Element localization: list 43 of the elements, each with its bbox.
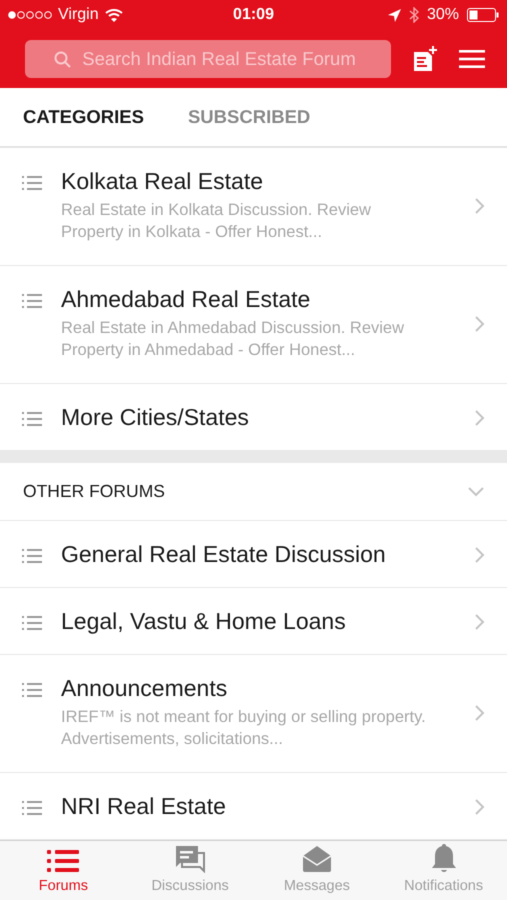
list-icon: [22, 683, 42, 697]
chevron-right-icon: [475, 546, 485, 562]
battery-percentage: 30%: [426, 5, 460, 25]
forum-title: General Real Estate Discussion: [61, 541, 387, 568]
chevron-right-icon: [475, 316, 485, 332]
location-arrow-icon: [388, 8, 401, 22]
search-field[interactable]: Search Indian Real Estate Forum: [25, 40, 391, 78]
chevron-right-icon: [475, 410, 485, 426]
chevron-right-icon: [475, 614, 485, 630]
forum-title: Announcements: [61, 675, 228, 702]
forum-description: Real Estate in Ahmedabad Discussion. Review Property in Ahmedabad - Offer Honest...: [61, 318, 406, 361]
list-icon: [22, 294, 42, 308]
envelope-icon: [302, 845, 332, 874]
wifi-icon: [104, 8, 123, 22]
signal-icon: [8, 11, 52, 19]
forum-description: Real Estate in Kolkata Discussion. Review Property in Kolkata - Offer Honest...: [61, 200, 372, 243]
list-icon: [22, 801, 42, 815]
chevron-right-icon: [475, 798, 485, 814]
bell-icon: [430, 843, 457, 874]
list-icon: [22, 176, 42, 190]
forum-title: More Cities/States: [61, 404, 250, 431]
forum-title: Kolkata Real Estate: [61, 168, 264, 195]
menu-icon[interactable]: [459, 49, 485, 69]
bluetooth-icon: [408, 7, 419, 23]
list-icon: [22, 549, 42, 563]
forum-description: IREF™ is not meant for buying or selling property. Advertisements, solicitations...: [61, 707, 427, 750]
battery-icon: [467, 8, 500, 22]
chat-bubbles-icon: [174, 845, 206, 874]
tab[interactable]: CATEGORIES: [23, 103, 144, 131]
section-title: OTHER FORUMS: [23, 480, 165, 504]
chevron-right-icon: [475, 704, 485, 720]
forum-title: Ahmedabad Real Estate: [61, 286, 312, 313]
carrier-name: Virgin: [58, 5, 99, 25]
search-icon: [54, 51, 71, 68]
list-icon: [22, 412, 42, 426]
list-icon: [22, 616, 42, 630]
tab-bar-item[interactable]: Forums: [0, 841, 127, 900]
forum-title: NRI Real Estate: [61, 793, 227, 820]
new-post-icon[interactable]: [413, 46, 437, 72]
list-icon: [47, 849, 80, 874]
chevron-right-icon: [475, 198, 485, 214]
clock-time: 01:09: [233, 5, 274, 25]
forum-title: Legal, Vastu & Home Loans: [61, 608, 347, 635]
